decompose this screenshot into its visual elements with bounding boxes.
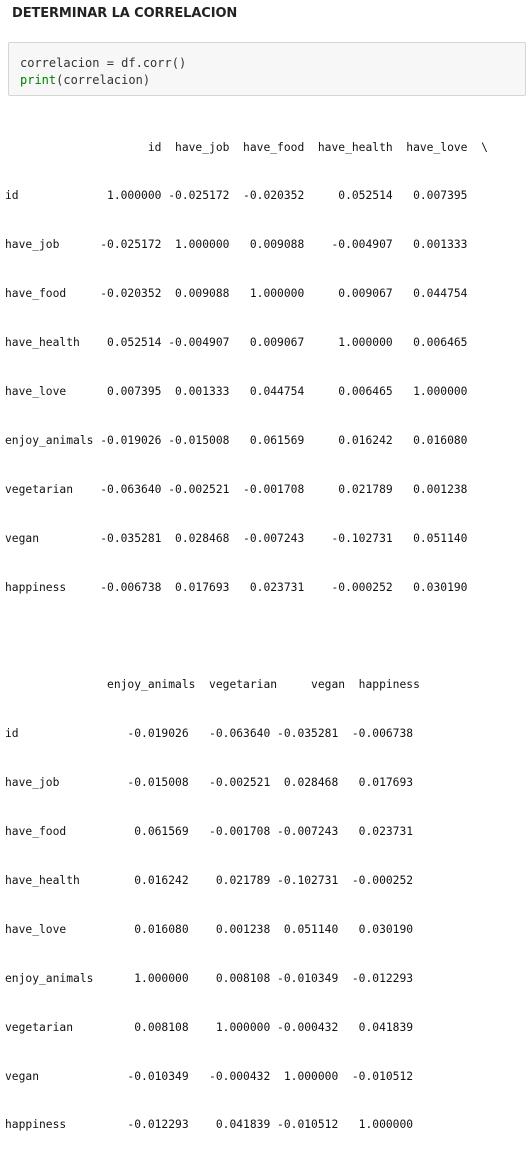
print-keyword: print (20, 73, 57, 87)
output-row: id -0.019026 -0.063640 -0.035281 -0.0067… (5, 727, 414, 741)
code-line-assign: correlacion = df.corr() (20, 56, 187, 70)
output-row: vegan -0.035281 0.028468 -0.007243 -0.10… (5, 531, 468, 545)
output-row: happiness -0.006738 0.017693 0.023731 -0… (5, 580, 468, 594)
output-row: vegetarian -0.063640 -0.002521 -0.001708… (5, 482, 468, 496)
output-row: vegetarian 0.008108 1.000000 -0.000432 0… (5, 1020, 414, 1034)
output-header-row: id have_job have_food have_health have_l… (5, 140, 488, 154)
output-row: id 1.000000 -0.025172 -0.020352 0.052514… (5, 189, 468, 203)
output-blank-line (5, 629, 488, 645)
output-row: have_food 0.061569 -0.001708 -0.007243 0… (5, 825, 414, 839)
cell-output: id have_job have_food have_health have_l… (5, 107, 488, 1150)
output-row: happiness -0.012293 0.041839 -0.010512 1… (5, 1118, 414, 1132)
output-header-row: enjoy_animals vegetarian vegan happiness (5, 678, 420, 692)
output-row: have_job -0.015008 -0.002521 0.028468 0.… (5, 776, 414, 790)
section-title: DETERMINAR LA CORRELACION (12, 6, 238, 21)
output-row: have_love 0.007395 0.001333 0.044754 0.0… (5, 385, 468, 399)
output-row: enjoy_animals -0.019026 -0.015008 0.0615… (5, 433, 468, 447)
output-row: have_health 0.016242 0.021789 -0.102731 … (5, 873, 414, 887)
output-row: have_health 0.052514 -0.004907 0.009067 … (5, 336, 468, 350)
output-row: have_love 0.016080 0.001238 0.051140 0.0… (5, 922, 414, 936)
output-row: have_job -0.025172 1.000000 0.009088 -0.… (5, 238, 468, 252)
output-row: vegan -0.010349 -0.000432 1.000000 -0.01… (5, 1069, 414, 1083)
output-row: enjoy_animals 1.000000 0.008108 -0.01034… (5, 971, 414, 985)
code-cell[interactable]: correlacion = df.corr() print(correlacio… (8, 42, 526, 96)
output-row: have_food -0.020352 0.009088 1.000000 0.… (5, 287, 468, 301)
code-line-print: print(correlacion) (20, 73, 150, 87)
print-argument: (correlacion) (56, 73, 151, 87)
